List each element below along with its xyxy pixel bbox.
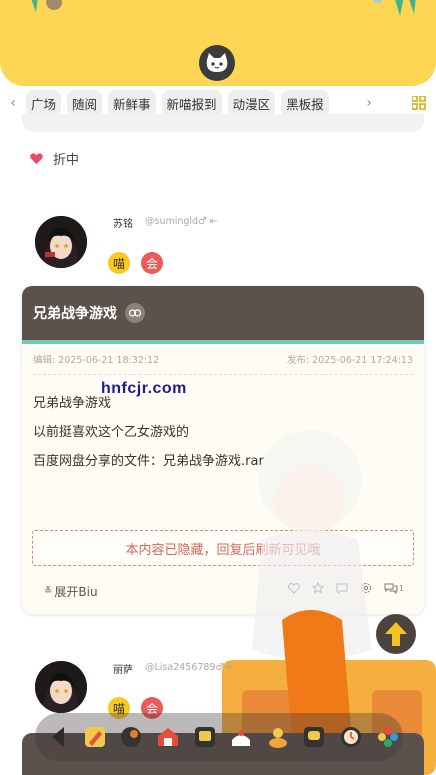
top-header: [0, 0, 436, 86]
avatar[interactable]: [35, 216, 87, 268]
star-icon[interactable]: [311, 582, 324, 594]
dock-house-icon[interactable]: [153, 721, 184, 753]
post-line-2: 以前挺喜欢这个乙女游戏的: [33, 425, 190, 440]
avatar[interactable]: [35, 661, 87, 713]
dock-pencil-icon[interactable]: [80, 721, 111, 753]
like-heart-icon[interactable]: [287, 582, 300, 594]
grid-menu-icon[interactable]: [412, 96, 426, 110]
post-line-3: 百度网盘分享的文件：兄弟战争游戏.rar: [33, 454, 264, 469]
site-logo-cat-avatar[interactable]: [199, 45, 235, 81]
tab-heibanbao[interactable]: 黑板报: [281, 89, 329, 117]
reply-count[interactable]: 1: [384, 583, 404, 594]
nav-next-chevron-icon[interactable]: ›: [356, 95, 382, 111]
dock-back-icon[interactable]: [43, 721, 74, 753]
user-badge-hui: 会: [141, 252, 163, 274]
dock-cake-icon[interactable]: [226, 721, 257, 753]
post-username[interactable]: 苏铭: [113, 215, 133, 230]
tab-guangchang[interactable]: 广场: [26, 89, 62, 117]
post-actions: 1: [287, 582, 404, 594]
post-user-handle: @sumingld♂ ⇤: [145, 216, 218, 227]
leaf-decoration-icon: [373, 0, 416, 16]
reply-count-value: 1: [398, 583, 404, 593]
tab-dongman[interactable]: 动漫区: [227, 89, 276, 117]
settings-gear-icon[interactable]: [360, 582, 372, 594]
cat-face-icon: [206, 53, 228, 72]
hidden-content-notice: 本内容已隐藏，回复后刷新可见哦: [32, 530, 414, 566]
tab-xinxianshi[interactable]: 新鲜事: [108, 89, 156, 117]
like-row[interactable]: 折中: [30, 149, 79, 168]
tab-xinmiao[interactable]: 新喵报到: [161, 89, 222, 117]
dock-card-icon[interactable]: [189, 721, 220, 753]
published-time: 发布: 2025-06-21 17:24:13: [286, 355, 413, 366]
post-footer: ≚ 展开Biu 1: [22, 576, 424, 606]
anime-avatar-icon: [35, 661, 87, 713]
post-card: 兄弟战争游戏 编辑: 2025-06-21 18:32:12 发布: 2025-…: [22, 286, 424, 614]
expand-button[interactable]: ≚ 展开Biu: [44, 583, 98, 600]
dock-ball-icon[interactable]: [116, 721, 147, 753]
user-badge-miao: 喵: [108, 252, 130, 274]
post-body: 兄弟战争游戏 以前挺喜欢这个乙女游戏的 百度网盘分享的文件：兄弟战争游戏.rar: [22, 375, 424, 476]
previous-card-bottom: [22, 114, 424, 132]
post-username[interactable]: 丽萨: [113, 661, 133, 676]
link-icon[interactable]: [125, 303, 145, 323]
leaf-decoration-icon: [31, 0, 62, 12]
dock-duck-icon[interactable]: [263, 721, 294, 753]
arrow-up-icon: [385, 622, 407, 646]
tab-suiyue[interactable]: 随阅: [67, 89, 103, 117]
dock-clock-icon[interactable]: [336, 721, 367, 753]
post-card-header: 兄弟战争游戏: [22, 286, 424, 344]
scroll-to-top-button[interactable]: [376, 614, 416, 654]
dock-flower-icon[interactable]: [372, 721, 403, 753]
nav-prev-chevron-icon[interactable]: ‹: [0, 95, 26, 111]
dock-chat-icon[interactable]: [299, 721, 330, 753]
like-label: 折中: [53, 153, 80, 168]
post-line-1: 兄弟战争游戏: [33, 396, 112, 411]
category-tab-list: 广场 随阅 新鲜事 新喵报到 动漫区 黑板报: [26, 89, 356, 117]
double-chevron-down-icon: ≚: [44, 585, 53, 597]
post-user-handle: @Lisa2456789♂ ⇤: [145, 662, 236, 673]
post-title[interactable]: 兄弟战争游戏: [33, 303, 117, 323]
heart-icon: [30, 152, 43, 164]
anime-avatar-icon: [35, 216, 87, 268]
edited-time: 编辑: 2025-06-21 18:32:12: [33, 355, 160, 366]
bottom-dock: [35, 713, 403, 761]
comment-icon[interactable]: [336, 583, 348, 594]
post-meta: 编辑: 2025-06-21 18:32:12 发布: 2025-06-21 1…: [22, 344, 424, 366]
watermark: hnfcjr.com: [101, 380, 187, 397]
expand-label: 展开Biu: [54, 584, 98, 599]
replies-icon: [384, 583, 398, 594]
